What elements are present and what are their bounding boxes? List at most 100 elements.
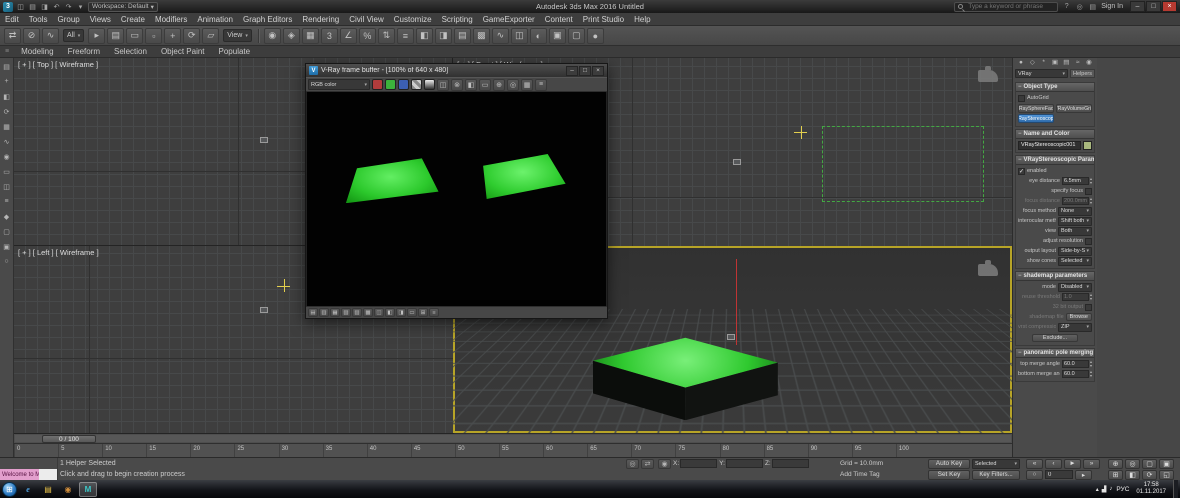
track-bar-tick[interactable]: 25 [234, 444, 278, 457]
toolbar-icon[interactable]: ⇅ [378, 28, 395, 44]
object-type-button-active[interactable]: VRayStereoscopic [1018, 114, 1054, 123]
track-bar-tick[interactable]: 65 [587, 444, 631, 457]
eye-distance-value[interactable]: 6.5mm [1062, 177, 1089, 185]
toolbar-icon[interactable]: ▤ [107, 28, 124, 44]
start-button[interactable]: ⊞ [2, 482, 17, 497]
qat-icon[interactable]: ◨ [39, 1, 50, 12]
object-category-select[interactable]: VRay ▾ [1015, 69, 1068, 78]
toolbar-icon[interactable]: ● [587, 28, 604, 44]
track-bar-tick[interactable]: 75 [675, 444, 719, 457]
left-tool-icon[interactable]: ○ [1, 256, 12, 267]
left-tool-icon[interactable]: ▢ [1, 226, 12, 237]
object-type-button[interactable]: VRayVolumeGrid [1056, 104, 1092, 113]
enabled-checkbox[interactable]: ✓ [1018, 168, 1025, 175]
left-tool-icon[interactable]: ▦ [1, 121, 12, 132]
viewport-nav-icon[interactable]: ⊞ [1108, 470, 1123, 480]
vfb-tool-icon[interactable]: ◫ [437, 79, 449, 91]
macro-recorder-field[interactable]: Welcome to M [0, 469, 39, 480]
toolbar-icon[interactable]: ∿ [42, 28, 59, 44]
taskbar-ie-icon[interactable]: e [19, 482, 37, 497]
rollout-header[interactable]: Name and Color [1016, 130, 1094, 139]
vfb-channel-select[interactable]: RGB color ▾ [308, 79, 370, 90]
track-bar-tick[interactable]: 15 [146, 444, 190, 457]
track-bar-tick[interactable]: 55 [499, 444, 543, 457]
current-frame-input[interactable] [1045, 470, 1073, 479]
category-icon[interactable]: ◇ [1027, 58, 1037, 67]
object-name-field[interactable]: VRayStereoscopic001 [1018, 141, 1081, 150]
top-merge-angle-spinner[interactable]: 60.0 ▴▾ [1062, 360, 1092, 368]
object-color-swatch[interactable] [1083, 141, 1092, 150]
left-tool-icon[interactable]: ◆ [1, 211, 12, 222]
track-bar-tick[interactable]: 50 [455, 444, 499, 457]
vfb-bottom-tool-icon[interactable]: ◧ [385, 308, 395, 317]
toolbar-icon[interactable]: ▭ [126, 28, 143, 44]
vfb-bottom-tool-icon[interactable]: ▨ [352, 308, 362, 317]
viewport-nav-icon[interactable]: ⟳ [1142, 470, 1157, 480]
vfb-bottom-tool-icon[interactable]: ▥ [319, 308, 329, 317]
tray-icon[interactable]: ▴ [1096, 486, 1099, 493]
toolbar-icon[interactable]: ∿ [492, 28, 509, 44]
close-button[interactable]: × [1162, 1, 1177, 12]
toolbar-icon[interactable]: ▩ [473, 28, 490, 44]
titlebar-icon[interactable]: ◎ [1074, 3, 1085, 11]
vrst-compression-select[interactable]: ZIP ▾ [1058, 323, 1092, 332]
viewport-nav-icon[interactable]: ⊕ [1108, 459, 1123, 469]
qat-icon[interactable]: ▤ [27, 1, 38, 12]
left-tool-icon[interactable]: ⟳ [1, 106, 12, 117]
toolbar-icon[interactable]: ▤ [454, 28, 471, 44]
left-tool-icon[interactable]: ≡ [1, 196, 12, 207]
status-toggle-icon[interactable]: ⇄ [641, 459, 654, 469]
viewport-nav-icon[interactable]: ◧ [1125, 470, 1140, 480]
qat-icon[interactable]: ↶ [51, 1, 62, 12]
toolbar-icon[interactable]: ◨ [435, 28, 452, 44]
workspace-selector[interactable]: Workspace: Default ▾ [88, 2, 158, 12]
language-indicator[interactable]: РУС [1116, 486, 1129, 493]
viewport-nav-icon[interactable]: ◎ [1125, 459, 1140, 469]
helper-object[interactable] [260, 137, 268, 143]
spinner-arrows-icon[interactable]: ▴▾ [1090, 293, 1092, 301]
track-bar-tick[interactable]: 20 [190, 444, 234, 457]
spinner-arrows-icon[interactable]: ▴▾ [1090, 177, 1092, 185]
toolbar-icon[interactable]: ▣ [549, 28, 566, 44]
key-set-select[interactable]: Selected ▾ [972, 459, 1020, 469]
menu-item[interactable]: Print Studio [578, 13, 629, 25]
ribbon-tab[interactable]: Populate [212, 47, 258, 56]
left-tool-icon[interactable]: ∿ [1, 136, 12, 147]
menu-item[interactable]: Edit [0, 13, 24, 25]
track-bar-tick[interactable]: 80 [720, 444, 764, 457]
vfb-close-button[interactable]: × [592, 66, 604, 76]
vfb-render-image[interactable] [306, 92, 607, 306]
toolbar-icon[interactable]: + [164, 28, 181, 44]
track-bar-tick[interactable]: 0 [14, 444, 58, 457]
left-tool-icon[interactable]: ▣ [1, 241, 12, 252]
toolbar-icon[interactable]: 3 [321, 28, 338, 44]
alpha-channel-icon[interactable] [411, 79, 422, 90]
category-icon[interactable]: ● [1016, 58, 1026, 67]
track-bar-tick[interactable]: 5 [58, 444, 102, 457]
green-channel-icon[interactable] [385, 79, 396, 90]
track-bar-tick[interactable]: 85 [764, 444, 808, 457]
vfb-bottom-tool-icon[interactable]: ▭ [407, 308, 417, 317]
category-icon[interactable]: ▣ [1050, 58, 1060, 67]
reuse-threshold-spinner[interactable]: 1.0 ▴▾ [1062, 293, 1092, 301]
taskbar-clock[interactable]: 17:58 01.11.2017 [1133, 482, 1169, 496]
transport-button[interactable]: » [1083, 459, 1100, 469]
monochrome-channel-icon[interactable] [424, 79, 435, 90]
focus-method-select[interactable]: None ▾ [1058, 207, 1092, 216]
eye-distance-spinner[interactable]: 6.5mm ▴▾ [1062, 177, 1092, 185]
autogrid-checkbox[interactable] [1018, 95, 1025, 102]
tray-icon[interactable]: ♪ [1109, 486, 1112, 493]
vfb-bottom-tool-icon[interactable]: ≡ [429, 308, 439, 317]
viewcube-icon[interactable] [978, 70, 998, 82]
search-input[interactable] [966, 2, 1054, 11]
titlebar-icon[interactable]: ▤ [1087, 3, 1098, 11]
viewport-label[interactable]: [ + ] [ Left ] [ Wireframe ] [18, 248, 99, 257]
taskbar-mediaplayer-icon[interactable]: ◉ [59, 482, 77, 497]
category-icon[interactable]: ≈ [1073, 58, 1083, 67]
script-listener-field[interactable] [39, 469, 57, 480]
toolbar-icon[interactable]: ≡ [397, 28, 414, 44]
specify-focus-checkbox[interactable] [1085, 188, 1092, 195]
maximize-button[interactable]: □ [1146, 1, 1161, 12]
go-to-time-button[interactable]: ▸ [1075, 470, 1092, 480]
vfb-bottom-tool-icon[interactable]: ▤ [308, 308, 318, 317]
